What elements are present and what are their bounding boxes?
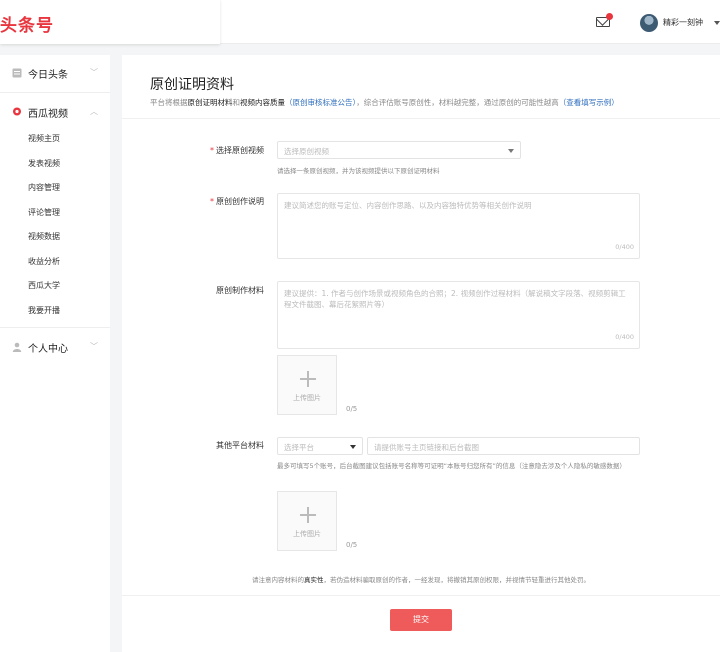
- chevron-up-icon: ︿: [90, 107, 98, 116]
- notification-dot: [606, 13, 613, 20]
- select-placeholder: 选择平台: [284, 443, 314, 452]
- sidebar-group-label: 个人中心: [28, 344, 68, 355]
- select-video-dropdown[interactable]: 选择原创视频: [277, 141, 521, 159]
- subtitle-text: ，综合评估账号原创性，材料越完整，通过原创的可能性越高: [356, 98, 559, 107]
- select-platform-dropdown[interactable]: 选择平台: [277, 437, 363, 455]
- plus-icon: [300, 507, 316, 523]
- field-label-materials: 原创制作材料: [216, 286, 264, 295]
- notice-text: ，若伪造材料骗取原创的作者，一经发现，将撤销其原创权限，并视情节轻重进行其他处罚…: [323, 576, 591, 584]
- field-label-description: * 原创创作说明: [210, 197, 264, 206]
- sidebar-item-content-manage[interactable]: 内容管理: [0, 176, 110, 201]
- char-counter: 0/400: [615, 243, 634, 251]
- notice-bold: 真实性: [304, 576, 324, 584]
- logo-area: 头条号: [0, 0, 220, 44]
- subtitle-bold: 原创证明材料: [187, 98, 233, 107]
- sidebar-group-toutiao[interactable]: 今日头条 ﹀: [0, 58, 110, 88]
- field-label-other-platform: 其他平台材料: [216, 441, 264, 450]
- sidebar-item-video-data[interactable]: 视频数据: [0, 225, 110, 250]
- select-video-hint: 请选择一条原创视频，并为该视频提供以下原创证明材料: [277, 167, 440, 175]
- sidebar: 今日头条 ﹀ 西瓜视频 ︿ 视频主页 发表视频 内容管理 评论管理 视频数据 收…: [0, 55, 110, 652]
- sidebar-group-label: 西瓜视频: [28, 109, 68, 120]
- sidebar-item-xigua-university[interactable]: 西瓜大学: [0, 274, 110, 299]
- main-panel: 原创证明资料 平台将根据原创证明材料和视频内容质量（原创审核标准公告），综合评估…: [122, 55, 720, 652]
- divider: [0, 92, 110, 93]
- upload-label: 上传图片: [293, 394, 321, 402]
- upload-count: 0/5: [346, 541, 358, 549]
- sidebar-item-video-home[interactable]: 视频主页: [0, 127, 110, 152]
- location-icon: [13, 107, 21, 116]
- sidebar-group-label: 今日头条: [28, 70, 68, 81]
- subtitle-text: 平台将根据: [150, 98, 188, 107]
- textarea-placeholder: 建议提供：1. 作者与创作场景或视频角色的合照；2. 视频创作过程材料（解说稿文…: [284, 289, 626, 309]
- char-counter: 0/400: [615, 333, 634, 341]
- field-label-select-video: * 选择原创视频: [210, 146, 264, 155]
- top-bar: 头条号 精彩一刻钟: [0, 0, 720, 44]
- upload-image-button[interactable]: 上传图片: [277, 355, 337, 415]
- plus-icon: [300, 371, 316, 387]
- caret-down-icon: [350, 445, 356, 449]
- platform-link-input[interactable]: 请提供账号主页链接和后台截图: [367, 437, 640, 455]
- example-link[interactable]: （查看填写示例）: [559, 98, 619, 107]
- divider: [122, 118, 720, 119]
- subtitle-bold: 视频内容质量: [240, 98, 285, 107]
- divider: [122, 595, 720, 596]
- select-placeholder: 选择原创视频: [284, 147, 329, 156]
- avatar[interactable]: [640, 14, 658, 32]
- materials-textarea[interactable]: 建议提供：1. 作者与创作场景或视频角色的合照；2. 视频创作过程材料（解说稿文…: [277, 281, 640, 349]
- submit-button[interactable]: 提交: [390, 609, 452, 631]
- description-textarea[interactable]: 建议简述您的账号定位、内容创作思路、以及内容独特优势等相关创作说明 0/400: [277, 193, 640, 259]
- authenticity-notice: 请注意内容材料的真实性，若伪造材料骗取原创的作者，一经发现，将撤销其原创权限，并…: [122, 574, 720, 584]
- upload-count: 0/5: [346, 405, 358, 413]
- sidebar-group-xigua[interactable]: 西瓜视频 ︿: [0, 97, 110, 127]
- sidebar-item-comment-manage[interactable]: 评论管理: [0, 201, 110, 226]
- user-name[interactable]: 精彩一刻钟: [663, 17, 703, 28]
- sidebar-item-go-live[interactable]: 我要开播: [0, 299, 110, 324]
- upload-label: 上传图片: [293, 530, 321, 538]
- chevron-down-icon: ﹀: [90, 342, 98, 351]
- sidebar-group-personal[interactable]: 个人中心 ﹀: [0, 332, 110, 362]
- document-icon: [12, 68, 22, 78]
- textarea-placeholder: 建议简述您的账号定位、内容创作思路、以及内容独特优势等相关创作说明: [284, 201, 532, 210]
- sidebar-item-revenue[interactable]: 收益分析: [0, 250, 110, 275]
- logo[interactable]: 头条号: [0, 11, 54, 36]
- standards-link[interactable]: （原创审核标准公告）: [285, 98, 356, 107]
- person-icon: [12, 342, 22, 352]
- divider: [0, 327, 110, 328]
- subtitle-text: 和: [232, 98, 241, 107]
- notice-text: 请注意内容材料的: [252, 576, 304, 584]
- other-platform-hint: 最多可填写5个账号，后台截图建议包括账号名称等可证明“本账号归您所有”的信息（注…: [277, 462, 626, 470]
- sidebar-item-publish-video[interactable]: 发表视频: [0, 152, 110, 177]
- page-title: 原创证明资料: [150, 77, 234, 93]
- chevron-down-icon: [508, 149, 514, 153]
- page-subtitle: 平台将根据原创证明材料和视频内容质量（原创审核标准公告），综合评估账号原创性，材…: [150, 97, 619, 108]
- chevron-down-icon[interactable]: [714, 21, 720, 25]
- upload-image-button[interactable]: 上传图片: [277, 491, 337, 551]
- chevron-down-icon: ﹀: [90, 68, 98, 77]
